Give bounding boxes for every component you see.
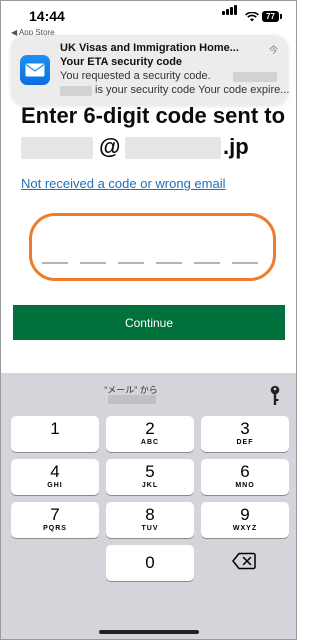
notification-body-line2: is your security code Your code expire..…	[95, 84, 290, 96]
redacted-email-domain	[125, 137, 221, 159]
passwords-key-icon[interactable]	[269, 385, 281, 407]
battery-icon: 77	[262, 11, 279, 22]
redacted-email-user	[21, 137, 93, 159]
email-address: @ .jp	[21, 134, 281, 162]
key-5[interactable]: 5 JKL	[106, 459, 194, 495]
status-bar: 14:44 77	[1, 1, 296, 27]
key-2-digit: 2	[145, 419, 155, 438]
key-7-digit: 7	[50, 505, 60, 524]
redacted-code	[233, 72, 277, 82]
key-4-digit: 4	[50, 462, 60, 481]
resend-code-link[interactable]: Not received a code or wrong email	[21, 176, 226, 191]
page-heading: Enter 6-digit code sent to	[21, 103, 286, 128]
code-digit-slot-2	[80, 262, 106, 264]
continue-button[interactable]: Continue	[13, 305, 285, 340]
phone-screen: 14:44 77 ◀ App Store UK Visas and Immigr…	[0, 0, 297, 640]
status-time: 14:44	[29, 8, 65, 24]
code-digit-slot-5	[194, 262, 220, 264]
key-0-digit: 0	[145, 553, 155, 572]
notification-app-name: UK Visas and Immigration Home...	[60, 42, 239, 54]
backspace-icon[interactable]	[232, 552, 256, 570]
redacted-suggested-code	[108, 395, 156, 404]
key-2[interactable]: 2 ABC	[106, 416, 194, 452]
autofill-suggestion-bar[interactable]: “メール” から	[1, 373, 296, 411]
key-9-digit: 9	[240, 505, 250, 524]
email-at-sign: @	[99, 134, 121, 159]
key-8-letters: TUV	[141, 525, 159, 532]
key-6[interactable]: 6 MNO	[201, 459, 289, 495]
key-3[interactable]: 3 DEF	[201, 416, 289, 452]
key-5-letters: JKL	[141, 482, 159, 489]
key-7[interactable]: 7 PQRS	[11, 502, 99, 538]
key-6-letters: MNO	[235, 482, 255, 489]
notification-body-line1: You requested a security code.	[60, 70, 211, 82]
battery-level: 77	[266, 12, 275, 21]
key-2-letters: ABC	[140, 439, 160, 446]
key-8-digit: 8	[145, 505, 155, 524]
code-digit-slot-4	[156, 262, 182, 264]
home-indicator	[99, 630, 199, 634]
battery-tip	[280, 14, 282, 19]
key-9[interactable]: 9 WXYZ	[201, 502, 289, 538]
key-7-letters: PQRS	[43, 525, 67, 532]
key-8[interactable]: 8 TUV	[106, 502, 194, 538]
code-digit-slot-6	[232, 262, 258, 264]
key-3-digit: 3	[240, 419, 250, 438]
email-tld: .jp	[223, 134, 249, 159]
key-1-digit: 1	[50, 419, 60, 438]
notification-time: 今	[268, 45, 278, 55]
key-9-letters: WXYZ	[232, 525, 258, 532]
numeric-keyboard: “メール” から 1 2 ABC 3 DEF 4 GHI 5 JKL 6 MNO…	[1, 373, 296, 639]
security-code-input[interactable]	[29, 213, 276, 281]
code-digit-slot-1	[42, 262, 68, 264]
redacted-code-2	[60, 86, 92, 96]
key-6-digit: 6	[240, 462, 250, 481]
wifi-icon	[245, 12, 259, 22]
key-3-letters: DEF	[236, 439, 254, 446]
code-digit-slot-3	[118, 262, 144, 264]
notification-subject: Your ETA security code	[60, 56, 183, 68]
key-1[interactable]: 1	[11, 416, 99, 452]
key-4-letters: GHI	[47, 482, 63, 489]
key-0[interactable]: 0	[106, 545, 194, 581]
email-notification-banner[interactable]: UK Visas and Immigration Home... 今 Your …	[11, 35, 290, 105]
key-4[interactable]: 4 GHI	[11, 459, 99, 495]
mail-app-icon	[20, 55, 50, 85]
key-5-digit: 5	[145, 462, 155, 481]
